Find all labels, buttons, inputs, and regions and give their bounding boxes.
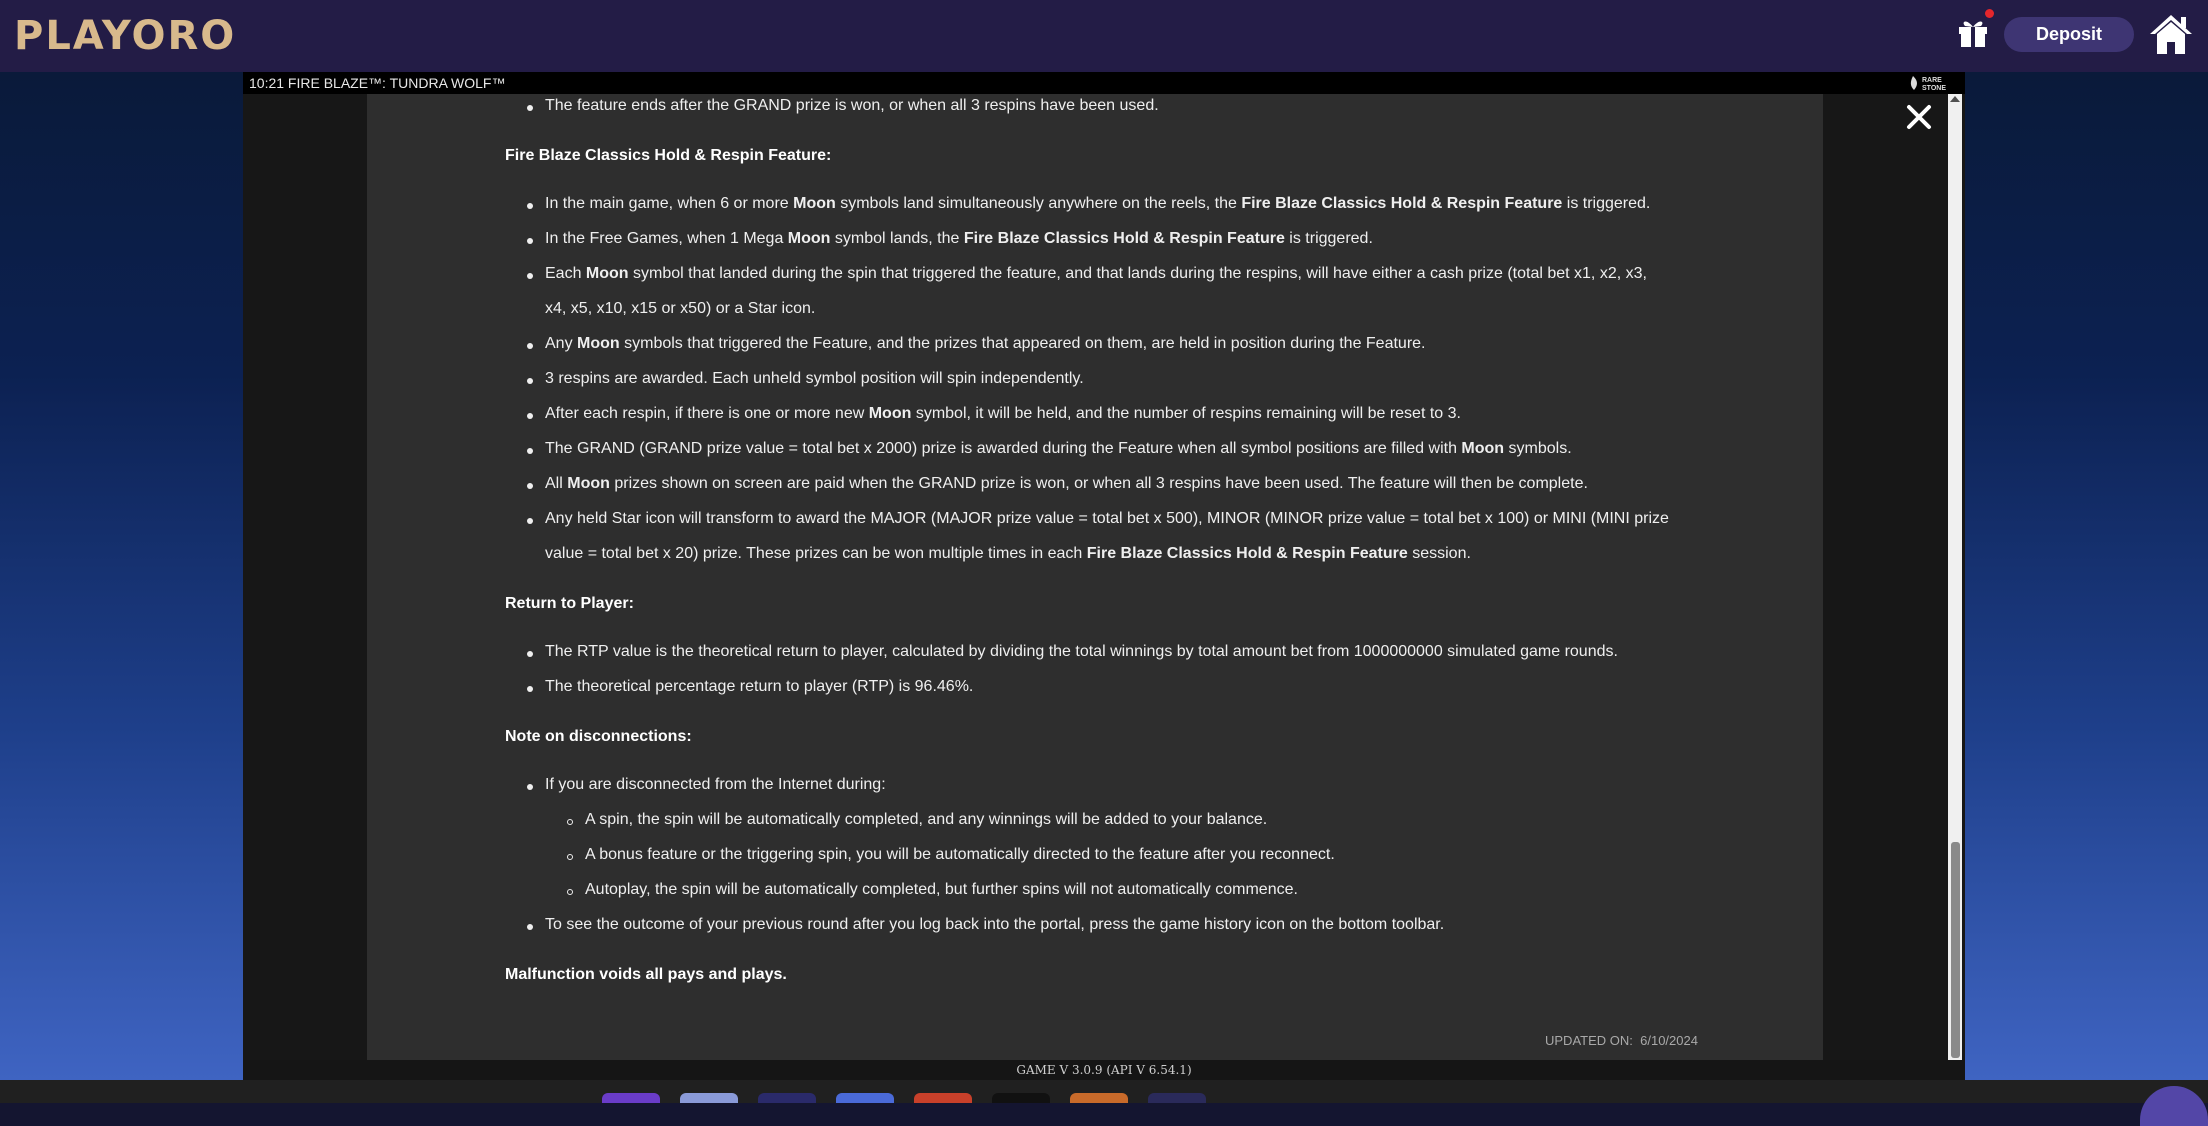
rule-item: If you are disconnected from the Interne… xyxy=(545,776,886,793)
bullet xyxy=(527,413,533,419)
close-icon[interactable] xyxy=(1904,102,1934,132)
sub-bullet xyxy=(567,889,573,895)
game-thumbnail[interactable] xyxy=(1070,1093,1128,1103)
bullet xyxy=(527,483,533,489)
rule-item: After each respin, if there is one or mo… xyxy=(545,405,1461,422)
rule-item: The GRAND (GRAND prize value = total bet… xyxy=(545,440,1572,457)
section-heading: Fire Blaze Classics Hold & Respin Featur… xyxy=(505,147,832,164)
bullet xyxy=(527,448,533,454)
rule-sub-item: A spin, the spin will be automatically c… xyxy=(585,811,1268,828)
bullet xyxy=(527,784,533,790)
bullet xyxy=(527,924,533,930)
sub-bullet xyxy=(567,854,573,860)
notification-dot xyxy=(1985,9,1994,18)
rule-item-continued: x4, x5, x10, x15 or x50) or a Star icon. xyxy=(545,300,816,317)
rule-item: 3 respins are awarded. Each unheld symbo… xyxy=(545,370,1084,387)
bullet xyxy=(527,238,533,244)
scroll-up-arrow[interactable] xyxy=(1950,96,1960,102)
closing-statement: Malfunction voids all pays and plays. xyxy=(505,966,787,983)
sub-bullet xyxy=(567,819,573,825)
rule-sub-item: Autoplay, the spin will be automatically… xyxy=(585,881,1298,898)
deposit-button[interactable]: Deposit xyxy=(2004,17,2134,52)
provider-logo: RARE STONE xyxy=(1910,76,1946,92)
game-version: GAME V 3.0.9 (API V 6.54.1) xyxy=(243,1060,1965,1080)
rule-item: To see the outcome of your previous roun… xyxy=(545,916,1445,933)
game-thumbnail[interactable] xyxy=(602,1093,660,1103)
section-heading: Note on disconnections: xyxy=(505,728,692,745)
rule-item: Any Moon symbols that triggered the Feat… xyxy=(545,335,1426,352)
rule-item: Any held Star icon will transform to awa… xyxy=(545,510,1669,527)
game-thumbnail[interactable] xyxy=(914,1093,972,1103)
bullet xyxy=(527,343,533,349)
updated-on: UPDATED ON: 6/10/2024 xyxy=(1545,1033,1698,1048)
rule-sub-item: A bonus feature or the triggering spin, … xyxy=(585,846,1335,863)
home-icon[interactable] xyxy=(2148,12,2194,56)
site-header xyxy=(0,0,2208,72)
bullet xyxy=(527,651,533,657)
game-thumbnail[interactable] xyxy=(758,1093,816,1103)
bullet xyxy=(527,378,533,384)
rule-item: All Moon prizes shown on screen are paid… xyxy=(545,475,1588,492)
rule-item-continued: value = total bet x 20) prize. These pri… xyxy=(545,545,1471,562)
svg-text:RARE: RARE xyxy=(1922,77,1942,84)
bullet xyxy=(527,203,533,209)
rules-panel: The feature ends after the GRAND prize i… xyxy=(367,94,1823,1060)
rule-item: The RTP value is the theoretical return … xyxy=(545,643,1618,660)
game-thumbnail[interactable] xyxy=(836,1093,894,1103)
rule-item: Each Moon symbol that landed during the … xyxy=(545,265,1647,282)
game-title-bar: 10:21 FIRE BLAZE™: TUNDRA WOLF™ xyxy=(243,72,1965,94)
svg-text:STONE: STONE xyxy=(1922,85,1946,92)
section-heading: Return to Player: xyxy=(505,595,634,612)
game-title: 10:21 FIRE BLAZE™: TUNDRA WOLF™ xyxy=(249,75,506,91)
bullet xyxy=(527,273,533,279)
rule-item: The theoretical percentage return to pla… xyxy=(545,678,974,695)
gift-icon[interactable] xyxy=(1956,14,1990,48)
scrollbar-thumb[interactable] xyxy=(1951,842,1960,1058)
rule-item: In the Free Games, when 1 Mega Moon symb… xyxy=(545,230,1373,247)
game-thumbnail[interactable] xyxy=(1148,1093,1206,1103)
site-logo[interactable]: PLAYORO xyxy=(14,8,236,64)
rule-item: The feature ends after the GRAND prize i… xyxy=(545,97,1159,114)
rule-item: In the main game, when 6 or more Moon sy… xyxy=(545,195,1651,212)
bullet xyxy=(527,105,533,111)
bullet xyxy=(527,686,533,692)
game-thumbnail[interactable] xyxy=(992,1093,1050,1103)
game-thumbnail[interactable] xyxy=(680,1093,738,1103)
bullet xyxy=(527,518,533,524)
